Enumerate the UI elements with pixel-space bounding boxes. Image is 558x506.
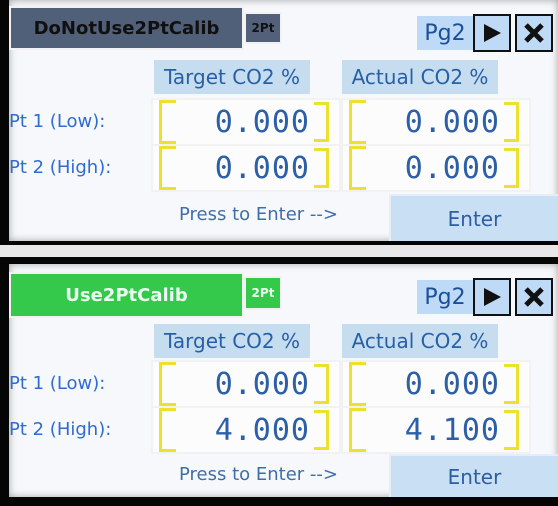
pt1-low-label: Pt 1 (Low): xyxy=(9,110,106,132)
two-point-badge: 2Pt xyxy=(244,12,282,44)
press-to-enter-hint: Press to Enter --> xyxy=(179,463,338,485)
actual-co2-header: Actual CO2 % xyxy=(342,60,498,94)
pt1-target-field[interactable]: 0.000 xyxy=(151,98,341,146)
pt2-actual-field[interactable]: 4.100 xyxy=(341,406,531,454)
play-right-icon xyxy=(484,24,501,42)
pt2-target-field[interactable]: 4.000 xyxy=(151,406,341,454)
page-indicator: Pg2 xyxy=(417,280,473,314)
close-x-icon xyxy=(524,23,544,43)
two-point-badge: 2Pt xyxy=(244,276,282,310)
close-button[interactable] xyxy=(515,278,553,316)
play-right-icon xyxy=(484,288,501,306)
mode-toggle-button[interactable]: DoNotUse2PtCalib xyxy=(9,6,244,50)
next-page-button[interactable] xyxy=(473,278,511,316)
target-co2-header: Target CO2 % xyxy=(154,60,310,94)
page-indicator: Pg2 xyxy=(417,16,473,50)
enter-button[interactable]: Enter xyxy=(389,454,558,497)
calibration-panel-2: Use2PtCalib 2Pt Pg2 Target CO2 % Actual … xyxy=(9,264,558,497)
next-page-button[interactable] xyxy=(473,14,511,52)
enter-button[interactable]: Enter xyxy=(389,194,558,241)
actual-co2-header: Actual CO2 % xyxy=(342,324,498,358)
panel-divider xyxy=(0,245,558,257)
calibration-panel-1: DoNotUse2PtCalib 2Pt Pg2 Target CO2 % Ac… xyxy=(9,0,558,241)
press-to-enter-hint: Press to Enter --> xyxy=(179,203,338,225)
pt2-high-label: Pt 2 (High): xyxy=(9,156,112,178)
pt1-target-field[interactable]: 0.000 xyxy=(151,360,341,408)
pt2-high-label: Pt 2 (High): xyxy=(9,418,112,440)
pt1-actual-field[interactable]: 0.000 xyxy=(341,360,531,408)
close-button[interactable] xyxy=(515,14,553,52)
close-x-icon xyxy=(524,287,544,307)
pt2-actual-field[interactable]: 0.000 xyxy=(341,144,531,192)
target-co2-header: Target CO2 % xyxy=(154,324,310,358)
pt1-actual-field[interactable]: 0.000 xyxy=(341,98,531,146)
pt2-target-field[interactable]: 0.000 xyxy=(151,144,341,192)
pt1-low-label: Pt 1 (Low): xyxy=(9,372,106,394)
mode-toggle-button[interactable]: Use2PtCalib xyxy=(9,272,244,318)
